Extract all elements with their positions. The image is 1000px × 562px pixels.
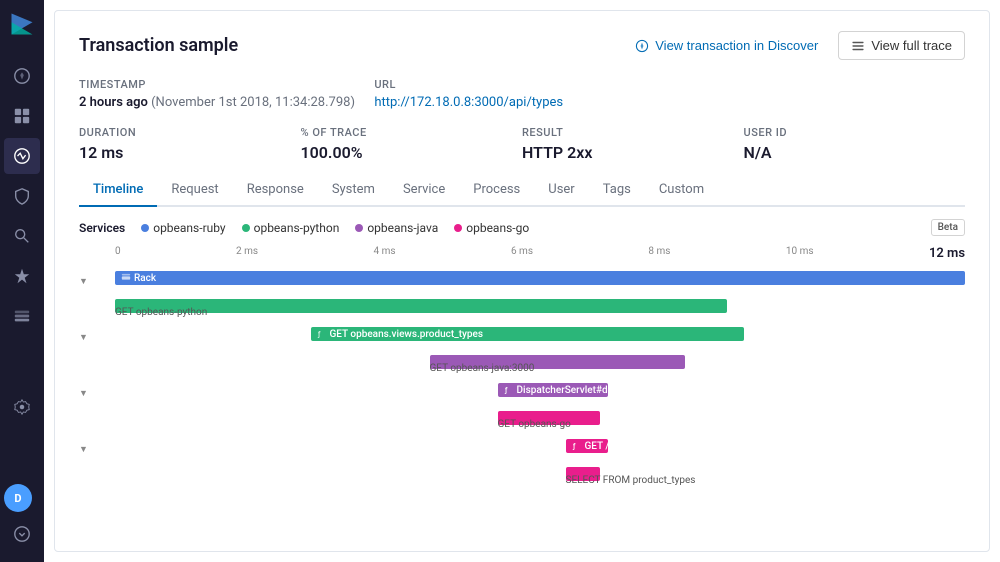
main-content: Transaction sample View transaction in D…: [44, 0, 1000, 562]
sidebar-item-dashboard[interactable]: [4, 98, 40, 134]
svg-text:ƒ: ƒ: [572, 442, 576, 451]
tab-timeline[interactable]: Timeline: [79, 174, 157, 207]
tick-12: 12 ms: [929, 246, 965, 261]
tab-response[interactable]: Response: [233, 174, 318, 207]
user-avatar[interactable]: D: [4, 484, 32, 512]
sidebar-item-down[interactable]: [4, 516, 40, 552]
span-row-rack: ▼ Rack: [79, 265, 965, 291]
meta-user-id: User ID N/A: [744, 126, 966, 162]
sidebar-item-settings[interactable]: [4, 389, 40, 425]
span-row-api-types: ▼ ƒ GET /api/types: [79, 433, 965, 459]
sidebar-item-ml[interactable]: [4, 258, 40, 294]
function-icon: ƒ: [317, 329, 327, 339]
python-dot: [242, 224, 250, 232]
compass-icon: [635, 39, 649, 53]
tab-custom[interactable]: Custom: [645, 174, 718, 207]
track-select: SELECT FROM product_types: [115, 464, 965, 484]
chevron-rack: ▼: [79, 277, 88, 287]
legend-python: opbeans-python: [242, 221, 340, 235]
list-icon: [851, 39, 865, 53]
bar-dispatcher[interactable]: ƒ DispatcherServlet#doGet: [498, 383, 609, 397]
sidebar-item-explore[interactable]: [4, 218, 40, 254]
rack-icon: [121, 273, 131, 283]
timeline-content: Services opbeans-ruby opbeans-python opb…: [79, 207, 965, 551]
sidebar-item-security[interactable]: [4, 178, 40, 214]
panel-header: Transaction sample View transaction in D…: [79, 31, 965, 60]
legend-java: opbeans-java: [355, 221, 438, 235]
sidebar-item-apm[interactable]: [4, 138, 40, 174]
tick-4: 4 ms: [374, 246, 396, 261]
track-api-types: ƒ GET /api/types: [115, 436, 965, 456]
label-get-python: GET opbeans-python: [115, 307, 207, 318]
bar-rack[interactable]: Rack: [115, 271, 965, 285]
track-java: GET opbeans-java:3000: [115, 352, 965, 372]
view-transaction-button[interactable]: View transaction in Discover: [625, 32, 828, 59]
sidebar-bottom: D: [4, 480, 40, 554]
tick-8: 8 ms: [648, 246, 670, 261]
label-go: GET opbeans-go: [498, 419, 571, 430]
tick-2: 2 ms: [236, 246, 258, 261]
bar-product-types[interactable]: ƒ GET opbeans.views.product_types: [311, 327, 745, 341]
java-dot: [355, 224, 363, 232]
legend-go: opbeans-go: [454, 221, 529, 235]
tab-process[interactable]: Process: [459, 174, 534, 207]
span-row-product-types: ▼ ƒ GET opbeans.views.product_types: [79, 321, 965, 347]
tab-service[interactable]: Service: [389, 174, 459, 207]
bar-api-types[interactable]: ƒ GET /api/types: [566, 439, 609, 453]
tab-bar: Timeline Request Response System Service…: [79, 174, 965, 207]
meta-url: URL http://172.18.0.8:3000/api/types: [374, 78, 965, 110]
track-get-python: GET opbeans-python: [115, 296, 965, 316]
span-row-java: GET opbeans-java:3000: [79, 349, 965, 375]
ruby-dot: [141, 224, 149, 232]
tab-system[interactable]: System: [318, 174, 389, 207]
kibana-logo: [6, 8, 38, 40]
api-icon: ƒ: [572, 441, 582, 451]
label-java: GET opbeans-java:3000: [430, 363, 535, 374]
beta-badge: Beta: [931, 219, 965, 236]
label-select: SELECT FROM product_types: [566, 475, 696, 486]
span-row-select: SELECT FROM product_types: [79, 461, 965, 487]
span-row-dispatcher: ▼ ƒ DispatcherServlet#doGet: [79, 377, 965, 403]
tick-0: 0: [115, 246, 121, 261]
track-go: GET opbeans-go: [115, 408, 965, 428]
track-product-types: ƒ GET opbeans.views.product_types: [115, 324, 965, 344]
svg-text:ƒ: ƒ: [504, 386, 508, 395]
chevron-product-types: ▼: [79, 333, 88, 343]
tab-tags[interactable]: Tags: [589, 174, 645, 207]
meta-timestamp: Timestamp 2 hours ago (November 1st 2018…: [79, 78, 374, 110]
dispatcher-icon: ƒ: [504, 385, 514, 395]
chevron-api-types: ▼: [79, 445, 88, 455]
timestamp-value: 2 hours ago (November 1st 2018, 11:34:28…: [79, 95, 374, 110]
track-rack: Rack: [115, 268, 965, 288]
meta-pct-trace: % of trace 100.00%: [301, 126, 523, 162]
metadata-row-2: Duration 12 ms % of trace 100.00% Result…: [79, 126, 965, 162]
header-actions: View transaction in Discover View full t…: [625, 31, 965, 60]
tick-10: 10 ms: [786, 246, 814, 261]
metadata-row: Timestamp 2 hours ago (November 1st 2018…: [79, 78, 965, 110]
sidebar-item-discover[interactable]: [4, 58, 40, 94]
go-dot: [454, 224, 462, 232]
time-ruler-row: 0 2 ms 4 ms 6 ms 8 ms 10 ms 12 ms: [79, 246, 965, 261]
tick-6: 6 ms: [511, 246, 533, 261]
tab-user[interactable]: User: [534, 174, 588, 207]
services-header: Services opbeans-ruby opbeans-python opb…: [79, 219, 965, 236]
sidebar-item-stack[interactable]: [4, 298, 40, 334]
track-dispatcher: ƒ DispatcherServlet#doGet: [115, 380, 965, 400]
view-full-trace-button[interactable]: View full trace: [838, 31, 965, 60]
sidebar: D: [0, 0, 44, 562]
time-ruler: 0 2 ms 4 ms 6 ms 8 ms 10 ms 12 ms: [115, 246, 965, 261]
services-left: Services opbeans-ruby opbeans-python opb…: [79, 221, 529, 235]
span-row-get-python: GET opbeans-python: [79, 293, 965, 319]
span-row-go: GET opbeans-go: [79, 405, 965, 431]
panel-title: Transaction sample: [79, 35, 238, 56]
svg-text:ƒ: ƒ: [317, 330, 321, 339]
chevron-dispatcher: ▼: [79, 389, 88, 399]
meta-result: Result HTTP 2xx: [522, 126, 744, 162]
legend-ruby: opbeans-ruby: [141, 221, 225, 235]
transaction-panel: Transaction sample View transaction in D…: [54, 10, 990, 552]
meta-duration: Duration 12 ms: [79, 126, 301, 162]
tab-request[interactable]: Request: [157, 174, 232, 207]
